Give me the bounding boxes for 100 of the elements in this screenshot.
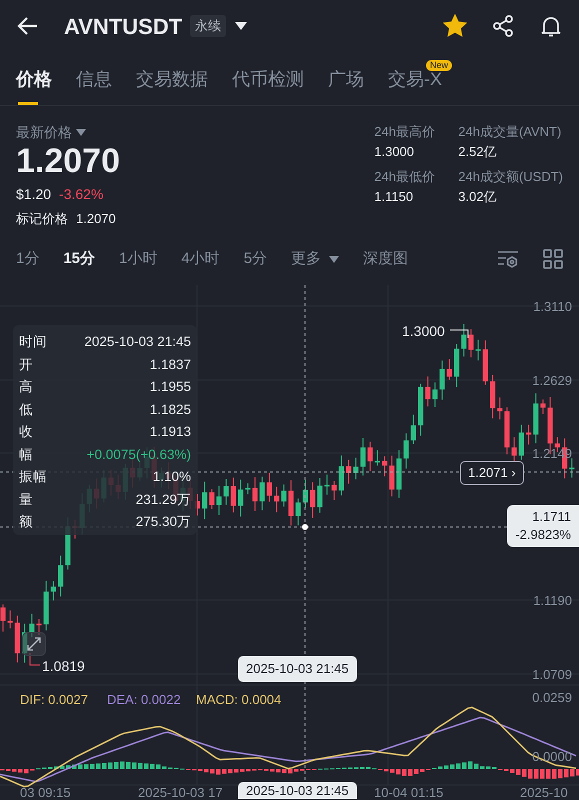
crosshair-time-tag: 2025-10-03 21:45 xyxy=(238,656,357,682)
candle xyxy=(446,358,452,380)
candle xyxy=(224,478,229,506)
axis-label: 1.3110 xyxy=(532,299,573,314)
crosshair-time-tag: 2025-10-03 21:45 xyxy=(238,782,357,799)
candle xyxy=(418,383,424,436)
price-change: -3.62% xyxy=(59,185,104,204)
stat-label: 24h成交量(AVNT) xyxy=(458,123,562,141)
tab[interactable]: 代币检测 xyxy=(232,66,304,105)
tab[interactable]: 交易数据 xyxy=(136,66,208,105)
candle xyxy=(274,486,280,513)
candle xyxy=(22,623,28,664)
tooltip-label: 量 xyxy=(19,490,33,508)
axis-label: 10-04 01:15 xyxy=(374,786,444,800)
candle xyxy=(332,480,337,501)
candle xyxy=(389,455,394,497)
candle xyxy=(360,437,366,476)
candle xyxy=(230,477,236,513)
candle xyxy=(317,477,322,514)
tooltip-value: 1.10% xyxy=(152,468,191,486)
candle xyxy=(410,414,416,445)
candle xyxy=(353,457,358,480)
stat-label: 24h成交额(USDT) xyxy=(458,168,563,186)
tooltip-value: 1.1837 xyxy=(150,356,191,374)
interval-tab[interactable]: 深度图 xyxy=(363,248,408,270)
candle xyxy=(252,476,258,512)
expand-icon[interactable] xyxy=(22,632,46,656)
candle xyxy=(245,482,250,495)
leader-line xyxy=(450,330,468,338)
macd-legend: DIF: 0.0027 xyxy=(20,690,88,710)
mark-price-label: 标记价格 xyxy=(16,210,68,228)
candle xyxy=(302,479,308,508)
pair-title: AVNTUSDT xyxy=(64,12,182,40)
star-icon[interactable] xyxy=(443,14,467,38)
interval-tab[interactable]: 更多 xyxy=(291,248,340,270)
candle xyxy=(533,392,538,444)
candle xyxy=(504,406,510,455)
candle xyxy=(209,488,214,510)
candle xyxy=(310,482,316,518)
new-badge: New xyxy=(426,60,452,71)
candle xyxy=(44,580,49,631)
axis-label: 1.1190 xyxy=(532,593,573,608)
usd-price: $1.20 xyxy=(16,185,52,204)
last-price-label: 最新价格 xyxy=(16,123,72,142)
leader-line xyxy=(30,652,40,666)
interval-tab[interactable]: 1小时 xyxy=(119,248,158,270)
low-price-marker: 1.0819 xyxy=(42,657,85,676)
candle xyxy=(296,498,301,526)
crosshair-dot xyxy=(302,524,308,530)
axis-label: 03 09:15 xyxy=(20,786,71,800)
candle xyxy=(58,555,64,597)
stat-value: 3.02亿 xyxy=(458,188,498,206)
caret-icon[interactable] xyxy=(234,21,248,31)
candle xyxy=(260,476,265,511)
last-price: 1.2070 xyxy=(16,143,120,180)
candle xyxy=(461,323,466,357)
high-price-marker: 1.3000 xyxy=(402,322,445,341)
tooltip-value: 1.1825 xyxy=(150,400,191,418)
candle xyxy=(440,360,445,400)
candle xyxy=(266,472,272,502)
candle xyxy=(540,399,546,415)
tooltip-value: 1.1955 xyxy=(150,378,191,396)
indicator-icon[interactable] xyxy=(497,249,519,269)
interval-tab[interactable]: 15分 xyxy=(63,248,96,270)
candle xyxy=(288,480,294,526)
axis-label: 1.2629 xyxy=(531,373,573,388)
tooltip-label: 收 xyxy=(19,423,33,441)
axis-label: 1.0709 xyxy=(531,667,573,682)
tooltip-label: 高 xyxy=(19,378,33,396)
macd-legend: DEA: 0.0022 xyxy=(107,690,181,710)
stat-value: 1.3000 xyxy=(374,142,416,160)
candle xyxy=(8,610,13,629)
share-icon[interactable] xyxy=(491,14,515,38)
interval-tab[interactable]: 5分 xyxy=(244,248,268,270)
bell-icon[interactable] xyxy=(539,14,563,38)
candle xyxy=(468,328,474,358)
candle xyxy=(14,615,20,663)
interval-tab[interactable]: 1分 xyxy=(16,248,40,270)
candle xyxy=(216,485,222,516)
last-price-tag[interactable]: 1.2071 › xyxy=(460,461,524,484)
market-type-tag: 永续 xyxy=(190,15,226,37)
stat-value: 2.52亿 xyxy=(458,142,498,160)
candle xyxy=(29,613,34,638)
candle xyxy=(374,450,380,466)
candle xyxy=(425,376,430,407)
stat-value: 1.1150 xyxy=(374,188,414,206)
candle xyxy=(281,484,286,508)
interval-tab[interactable]: 4小时 xyxy=(181,248,220,270)
candle xyxy=(0,604,6,632)
candle xyxy=(404,432,409,470)
candle xyxy=(368,441,373,472)
candle xyxy=(454,344,460,388)
tab[interactable]: 广场 xyxy=(328,66,364,105)
candle xyxy=(50,580,56,601)
candle xyxy=(36,618,42,636)
tooltip-value: 231.29万 xyxy=(136,490,191,508)
stat-label: 24h最低价 xyxy=(374,168,436,186)
grid-icon[interactable] xyxy=(543,249,563,269)
tab[interactable]: 信息 xyxy=(76,66,112,105)
tooltip-value: +0.0075(+0.63%) xyxy=(86,446,191,464)
